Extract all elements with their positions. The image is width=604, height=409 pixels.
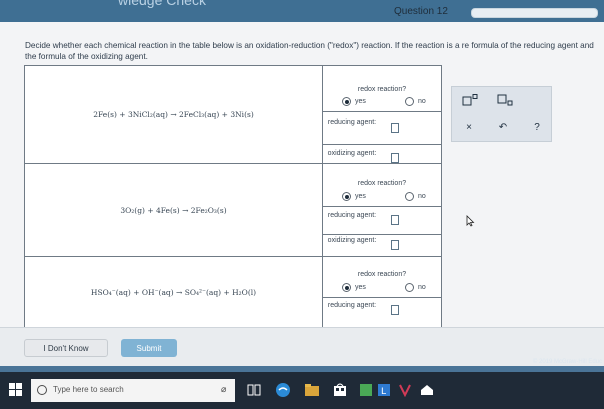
redox-question-cell: redox reaction? yes no [323, 257, 441, 298]
yes-label: yes [355, 284, 366, 291]
app-red-icon[interactable] [397, 382, 413, 398]
reducing-agent-label: reducing agent: [327, 212, 377, 219]
equation-3: HSO₄⁻(aq) + OH⁻(aq) → SO₄²⁻(aq) + H₂O(l) [25, 257, 323, 328]
oxidizing-agent-input[interactable] [391, 240, 399, 250]
help-icon[interactable]: ? [524, 118, 550, 136]
copyright-text: © 2019 McGraw-Hill Educ [532, 359, 602, 365]
app-blue-icon[interactable]: L [376, 382, 392, 398]
oxidizing-agent-cell: oxidizing agent: [323, 235, 441, 257]
redox-question-label: redox reaction? [357, 86, 407, 93]
answer-panel: redox reaction? yes no reducing agent: o… [323, 66, 441, 163]
windows-taskbar: Type here to search ⌀ L [0, 372, 604, 409]
task-view-icon[interactable] [246, 382, 262, 398]
oxidizing-agent-label: oxidizing agent: [327, 237, 377, 244]
redox-question-cell: redox reaction? yes no [323, 66, 441, 112]
reducing-agent-cell: reducing agent: [323, 112, 441, 145]
table-row: 3O₂(g) + 4Fe(s) → 2Fe₂O₃(s) redox reacti… [25, 164, 441, 257]
submit-button[interactable]: Submit [121, 339, 177, 357]
superscript-template-icon[interactable] [457, 92, 483, 108]
yes-label: yes [355, 98, 366, 105]
table-row: HSO₄⁻(aq) + OH⁻(aq) → SO₄²⁻(aq) + H₂O(l)… [25, 257, 441, 328]
yes-radio[interactable] [342, 192, 351, 201]
reducing-agent-input[interactable] [391, 123, 399, 133]
clear-icon[interactable]: × [456, 118, 482, 136]
search-circle-icon [37, 385, 47, 395]
equation-2: 3O₂(g) + 4Fe(s) → 2Fe₂O₃(s) [25, 164, 323, 256]
question-label: Question 12 [394, 6, 448, 17]
reducing-agent-input[interactable] [391, 305, 399, 315]
no-radio[interactable] [405, 97, 414, 106]
svg-text:L: L [381, 387, 386, 397]
windows-start-icon[interactable] [9, 383, 23, 397]
app-green-icon[interactable] [358, 382, 374, 398]
reducing-agent-cell: reducing agent: [323, 207, 441, 235]
question-prompt: Decide whether each chemical reaction in… [25, 41, 594, 61]
mouse-cursor-icon [466, 214, 475, 232]
no-radio[interactable] [405, 283, 414, 292]
table-row: 2Fe(s) + 3NiCl₂(aq) → 2FeCl₃(aq) + 3Ni(s… [25, 66, 441, 164]
taskbar-search-box[interactable]: Type here to search ⌀ [31, 379, 235, 402]
dont-know-button[interactable]: I Don't Know [24, 339, 108, 357]
subscript-template-icon[interactable] [492, 92, 518, 108]
store-icon[interactable] [332, 382, 348, 398]
reducing-agent-label: reducing agent: [327, 119, 377, 126]
undo-icon[interactable]: ↶ [490, 118, 516, 136]
no-label: no [418, 98, 426, 105]
chem-tools-panel: × ↶ ? [451, 86, 552, 142]
mail-icon[interactable] [419, 382, 435, 398]
no-radio[interactable] [405, 192, 414, 201]
no-label: no [418, 284, 426, 291]
equation-1: 2Fe(s) + 3NiCl₂(aq) → 2FeCl₃(aq) + 3Ni(s… [25, 66, 323, 163]
edge-browser-icon[interactable] [275, 382, 291, 398]
file-explorer-icon[interactable] [304, 382, 320, 398]
assignment-title: wledge Check [118, 0, 206, 8]
oxidizing-agent-input[interactable] [391, 153, 399, 163]
reducing-agent-label: reducing agent: [327, 302, 377, 309]
microphone-icon[interactable]: ⌀ [221, 384, 229, 396]
yes-radio[interactable] [342, 97, 351, 106]
no-label: no [418, 193, 426, 200]
assignment-window: wledge Check Question 12 Decide whether … [0, 0, 604, 372]
yes-label: yes [355, 193, 366, 200]
answer-panel: redox reaction? yes no reducing agent: o… [323, 164, 441, 256]
redox-table: 2Fe(s) + 3NiCl₂(aq) → 2FeCl₃(aq) + 3Ni(s… [24, 65, 442, 329]
search-placeholder: Type here to search [53, 385, 124, 394]
redox-question-label: redox reaction? [357, 271, 407, 278]
reducing-agent-input[interactable] [391, 215, 399, 225]
redox-question-label: redox reaction? [357, 180, 407, 187]
reducing-agent-cell: reducing agent: [323, 298, 441, 328]
oxidizing-agent-label: oxidizing agent: [327, 150, 377, 157]
answer-panel: redox reaction? yes no reducing agent: [323, 257, 441, 328]
progress-bar [471, 8, 598, 18]
redox-question-cell: redox reaction? yes no [323, 164, 441, 207]
yes-radio[interactable] [342, 283, 351, 292]
